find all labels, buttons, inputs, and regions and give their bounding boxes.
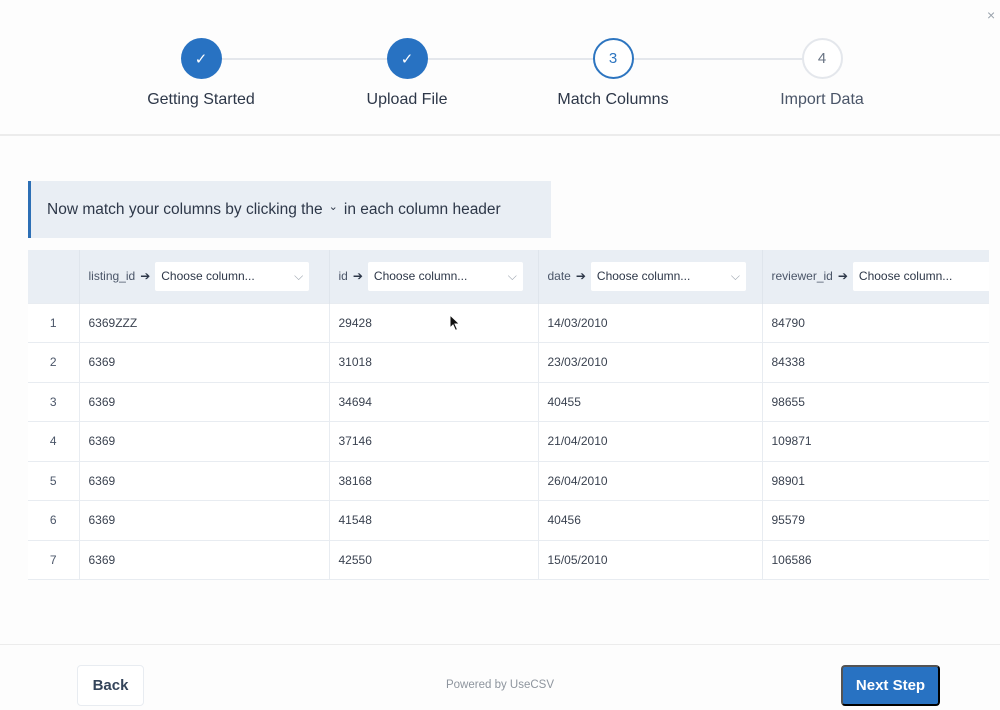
column-name: date <box>547 269 571 284</box>
column-name: reviewer_id <box>771 269 833 284</box>
column-select[interactable]: Choose column... ⌵ <box>590 261 746 291</box>
step-match-columns: 3 Match Columns <box>523 38 703 109</box>
arrow-right-icon: ➔ <box>575 269 586 284</box>
table-cell: 6369 <box>79 381 330 422</box>
table-cell: 6369 <box>79 500 330 540</box>
table-cell: 106586 <box>762 539 989 580</box>
row-number: 3 <box>28 381 80 422</box>
data-table-container[interactable]: listing_id ➔ Choose column... ⌵ id ➔ Cho… <box>28 250 989 580</box>
column-name: id <box>338 269 348 284</box>
table-cell: 98901 <box>762 460 989 501</box>
column-header: listing_id ➔ Choose column... ⌵ <box>79 250 330 303</box>
column-name: listing_id <box>88 269 136 284</box>
row-number: 7 <box>28 539 80 580</box>
table-row: 1 6369ZZZ 29428 14/03/2010 84790 <box>28 302 989 343</box>
select-placeholder: Choose column... <box>858 269 953 284</box>
table-row: 3 6369 34694 40455 98655 <box>28 381 989 422</box>
arrow-right-icon: ➔ <box>140 269 151 284</box>
step-label: Getting Started <box>147 91 255 108</box>
table-cell: 38168 <box>329 460 539 501</box>
table-cell: 26/04/2010 <box>538 460 763 501</box>
table-cell: 42550 <box>329 539 539 580</box>
column-select[interactable]: Choose column... ⌵ <box>852 261 989 291</box>
banner-text-before: Now match your columns by clicking the <box>47 200 323 218</box>
table-cell: 6369 <box>79 421 330 461</box>
close-icon[interactable]: × <box>987 8 995 22</box>
mouse-cursor-icon <box>449 314 461 332</box>
column-header: reviewer_id ➔ Choose column... ⌵ <box>762 250 989 303</box>
table-cell: 21/04/2010 <box>538 421 763 461</box>
table-row: 4 6369 37146 21/04/2010 109871 <box>28 421 989 461</box>
arrow-right-icon: ➔ <box>352 269 363 284</box>
select-placeholder: Choose column... <box>161 269 255 284</box>
table-cell: 37146 <box>329 421 539 461</box>
table-cell: 40456 <box>538 500 763 540</box>
table-cell: 15/05/2010 <box>538 539 763 580</box>
row-number: 2 <box>28 342 80 382</box>
table-row: 5 6369 38168 26/04/2010 98901 <box>28 460 989 501</box>
instruction-banner: Now match your columns by clicking the ⌄… <box>28 181 551 238</box>
stepper: ✓ Getting Started ✓ Upload File 3 Match … <box>0 38 1000 118</box>
table-header-row: listing_id ➔ Choose column... ⌵ id ➔ Cho… <box>28 250 989 303</box>
table-cell: 40455 <box>538 381 763 422</box>
data-table: listing_id ➔ Choose column... ⌵ id ➔ Cho… <box>28 250 989 580</box>
step-getting-started: ✓ Getting Started <box>111 38 291 109</box>
chevron-down-icon: ⌵ <box>294 268 304 283</box>
step-upload-file: ✓ Upload File <box>317 38 497 109</box>
table-cell: 109871 <box>762 421 989 461</box>
table-row: 6 6369 41548 40456 95579 <box>28 500 989 540</box>
table-cell: 6369ZZZ <box>79 302 330 343</box>
header-divider <box>0 134 1000 136</box>
step-number: 4 <box>801 38 843 79</box>
table-cell: 98655 <box>762 381 989 422</box>
table-cell: 41548 <box>329 500 539 540</box>
step-label: Match Columns <box>557 91 669 108</box>
row-number: 5 <box>28 460 80 501</box>
table-cell: 6369 <box>79 342 330 382</box>
step-label: Import Data <box>780 91 864 108</box>
table-cell: 14/03/2010 <box>538 302 763 343</box>
table-cell: 6369 <box>79 539 330 580</box>
table-cell: 6369 <box>79 460 330 501</box>
column-header: id ➔ Choose column... ⌵ <box>329 250 539 303</box>
table-cell: 34694 <box>329 381 539 422</box>
check-icon: ✓ <box>180 38 222 79</box>
table-cell: 84790 <box>762 302 989 343</box>
row-number-header <box>28 250 80 303</box>
table-cell: 29428 <box>329 302 539 343</box>
select-placeholder: Choose column... <box>596 269 691 284</box>
table-row: 7 6369 42550 15/05/2010 106586 <box>28 539 989 580</box>
chevron-down-icon: ⌵ <box>507 268 517 283</box>
chevron-down-icon: ⌵ <box>730 268 740 283</box>
table-cell: 84338 <box>762 342 989 382</box>
table-cell: 95579 <box>762 500 989 540</box>
check-icon: ✓ <box>386 38 428 79</box>
step-import-data: 4 Import Data <box>732 38 912 109</box>
step-label: Upload File <box>366 91 448 108</box>
column-select[interactable]: Choose column... ⌵ <box>367 261 523 291</box>
step-number: 3 <box>592 38 634 79</box>
chevron-down-icon: ⌄ <box>328 201 338 213</box>
table-cell: 31018 <box>329 342 539 382</box>
row-number: 4 <box>28 421 80 461</box>
table-cell: 23/03/2010 <box>538 342 763 382</box>
column-select[interactable]: Choose column... ⌵ <box>155 261 310 291</box>
column-header: date ➔ Choose column... ⌵ <box>538 250 763 303</box>
banner-text-after: in each column header <box>343 200 501 218</box>
row-number: 6 <box>28 500 80 540</box>
select-placeholder: Choose column... <box>373 269 468 284</box>
footer-divider <box>0 644 1000 645</box>
row-number: 1 <box>28 302 80 343</box>
next-step-button[interactable]: Next Step <box>841 665 940 706</box>
arrow-right-icon: ➔ <box>837 269 848 284</box>
table-row: 2 6369 31018 23/03/2010 84338 <box>28 342 989 382</box>
